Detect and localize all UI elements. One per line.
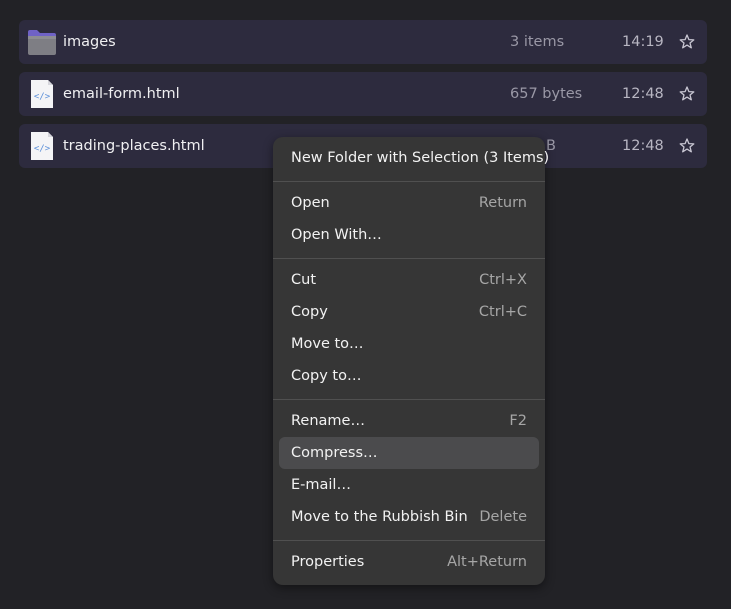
context-menu: New Folder with Selection (3 Items) Open… [273, 137, 549, 585]
menu-item-compress[interactable]: Compress… [279, 437, 539, 469]
menu-item-label: New Folder with Selection (3 Items) [291, 150, 550, 166]
menu-item-email[interactable]: E-mail… [279, 469, 539, 501]
file-name: email-form.html [63, 86, 180, 102]
svg-text:</>: </> [34, 144, 51, 154]
menu-item-shortcut: Delete [479, 509, 527, 525]
menu-item-label: Open With… [291, 227, 382, 243]
menu-item-label: Cut [291, 272, 316, 288]
star-icon[interactable] [678, 33, 696, 51]
menu-item-label: Move to… [291, 336, 364, 352]
menu-item-copy-to[interactable]: Copy to… [279, 360, 539, 392]
file-name: trading-places.html [63, 138, 205, 154]
menu-item-properties[interactable]: Properties Alt+Return [279, 546, 539, 578]
menu-separator [273, 181, 545, 182]
file-size: 3 items [510, 34, 565, 50]
menu-separator [273, 399, 545, 400]
menu-separator [273, 258, 545, 259]
menu-item-shortcut: F2 [509, 413, 527, 429]
menu-item-shortcut: Ctrl+C [478, 304, 527, 320]
star-icon[interactable] [678, 85, 696, 103]
menu-item-move-to-rubbish-bin[interactable]: Move to the Rubbish Bin Delete [279, 501, 539, 533]
menu-item-label: Compress… [291, 445, 378, 461]
html-file-icon: </> [31, 132, 53, 160]
file-modified-time: 12:48 [622, 86, 664, 102]
menu-separator [273, 540, 545, 541]
menu-item-open[interactable]: Open Return [279, 187, 539, 219]
file-modified-time: 12:48 [622, 138, 664, 154]
file-size: 657 bytes [510, 86, 583, 102]
menu-item-shortcut: Alt+Return [447, 554, 527, 570]
menu-item-move-to[interactable]: Move to… [279, 328, 539, 360]
menu-item-copy[interactable]: Copy Ctrl+C [279, 296, 539, 328]
menu-item-label: E-mail… [291, 477, 351, 493]
star-icon[interactable] [678, 137, 696, 155]
file-modified-time: 14:19 [622, 34, 664, 50]
menu-item-label: Copy [291, 304, 328, 320]
folder-icon [28, 30, 56, 55]
menu-item-new-folder-with-selection[interactable]: New Folder with Selection (3 Items) [279, 142, 549, 174]
menu-item-label: Copy to… [291, 368, 362, 384]
menu-item-open-with[interactable]: Open With… [279, 219, 539, 251]
file-name: images [63, 34, 116, 50]
menu-item-cut[interactable]: Cut Ctrl+X [279, 264, 539, 296]
file-row-images[interactable]: images 3 items 14:19 [19, 20, 707, 64]
menu-item-label: Properties [291, 554, 365, 570]
menu-item-shortcut: Return [478, 195, 527, 211]
menu-item-shortcut: Ctrl+X [479, 272, 527, 288]
menu-item-label: Move to the Rubbish Bin [291, 509, 468, 525]
menu-item-label: Rename… [291, 413, 365, 429]
html-file-icon: </> [31, 80, 53, 108]
menu-item-label: Open [291, 195, 330, 211]
svg-text:</>: </> [34, 92, 51, 102]
file-row-email-form[interactable]: </> email-form.html 657 bytes 12:48 [19, 72, 707, 116]
menu-item-rename[interactable]: Rename… F2 [279, 405, 539, 437]
